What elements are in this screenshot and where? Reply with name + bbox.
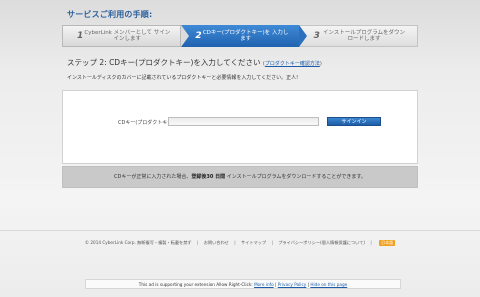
ad-privacy-link[interactable]: Privacy Policy [278,282,307,287]
ad-hide-link[interactable]: Hide on this page [310,282,347,287]
step-2-number: 2 [195,30,202,41]
step-1-label: CyberLink メンバーとして サインインします [84,29,171,43]
extension-ad-bar: This ad is supporting your extension All… [85,279,401,289]
step-title: ステップ 2: CDキー(プロダクトキー)を入力してください (プロダクトキー確… [67,57,322,68]
steps-progress: 1 CyberLink メンバーとして サインインします 2 CDキー(プロダク… [62,25,418,47]
notice-prefix: CDキーが正常に入力された場合、 [114,174,192,180]
page-header-title: サービスご利用の手順: [67,10,153,19]
cd-key-form: CDキー(プロダクトキー): サインイン [62,90,418,164]
step-2-label: CDキー(プロダクトキー)を 入力します [202,29,289,43]
step-2-arrow [298,25,307,47]
step-title-text: ステップ 2: CDキー(プロダクトキー)を入力してください [67,58,261,67]
step-1: 1 CyberLink メンバーとして サインインします [62,25,190,47]
signin-button[interactable]: サインイン [327,117,381,126]
ad-more-info-link[interactable]: More info [254,282,274,287]
footer-copyright: © 2014 CyberLink Corp. 無断複写・複製・転載を禁ず [84,240,192,245]
footer: © 2014 CyberLink Corp. 無断複写・複製・転載を禁ず | お… [84,240,396,246]
language-badge[interactable]: 日本語 [379,240,396,246]
product-key-howto-link[interactable]: プロダクトキー確認方法 [265,61,320,67]
step-2: 2 CDキー(プロダクトキー)を 入力します [181,25,307,47]
step-1-arrow [181,25,190,47]
notice-suffix: インストールプログラムをダウンロードすることができます。 [225,174,366,180]
footer-contact-link[interactable]: お問い合わせ [204,240,229,245]
ad-text: This ad is supporting your extension All… [138,282,253,287]
step-1-number: 1 [77,30,84,41]
download-notice: CDキーが正常に入力された場合、登録後30 日間 インストールプログラムをダウン… [62,166,418,188]
footer-divider [0,230,480,231]
step-3: 3 インストールプログラムをダウン ロードします [298,25,418,47]
instruction-text: インストールディスクのカバーに記載されているプロダクトキーと必要情報を入力してく… [67,75,299,81]
footer-privacy-link[interactable]: プライバシーポリシー(個人情報保護について) [278,240,365,245]
cd-key-input[interactable] [168,117,319,126]
step-3-number: 3 [313,30,320,41]
footer-sitemap-link[interactable]: サイトマップ [241,240,266,245]
step-3-label: インストールプログラムをダウン ロードします [322,29,406,43]
notice-bold: 登録後30 日間 [191,174,226,180]
howto-close-paren: ) [319,61,322,67]
